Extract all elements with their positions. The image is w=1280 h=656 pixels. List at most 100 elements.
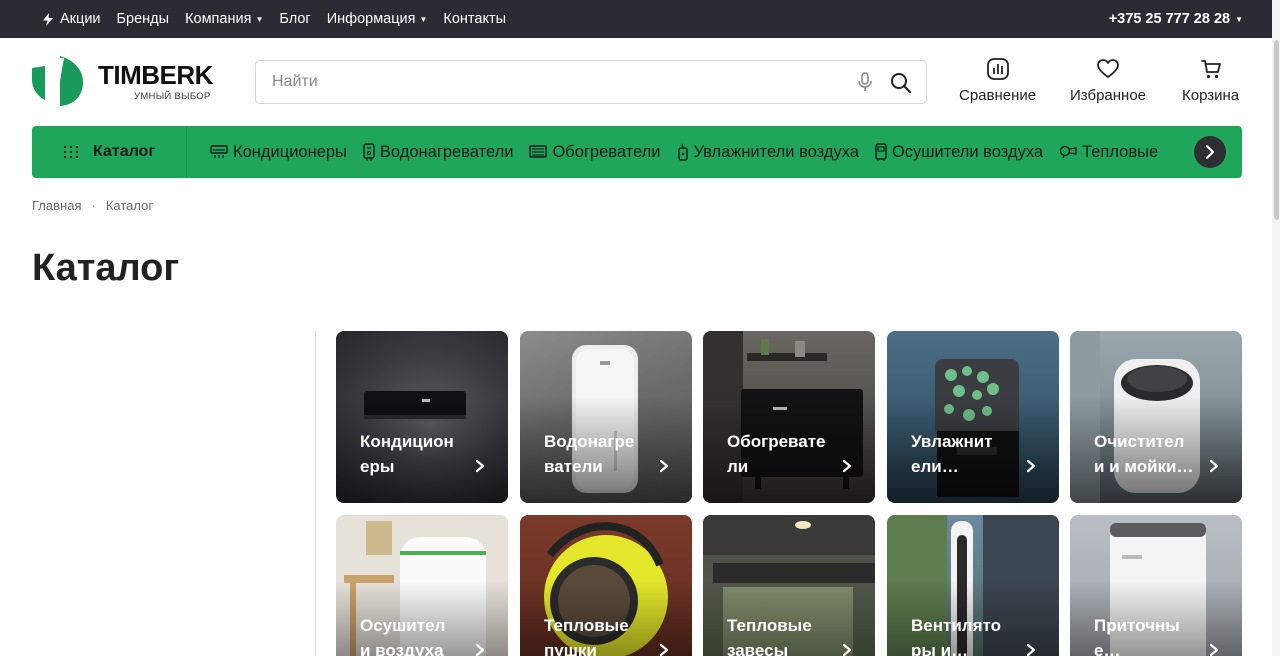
category-tile-label: Увлажнит ели… (911, 432, 993, 476)
grid-dots-icon (64, 146, 79, 158)
category-tile-purifiers[interactable]: Очистител и и мойки… (1070, 331, 1242, 503)
compare-label: Сравнение (959, 87, 1037, 104)
category-tile-label: Кондиционеры (360, 432, 454, 476)
category-nav-item[interactable]: Водонагреватели (363, 142, 514, 162)
dehumidifier-icon (875, 143, 887, 161)
category-tile-label: Приточны е… (1094, 616, 1180, 656)
humidifier-icon (677, 143, 688, 161)
logo[interactable]: TIMBERK УМНЫЙ ВЫБОР (32, 56, 227, 108)
top-nav-brands-label: Бренды (116, 11, 170, 27)
category-nav-label: Обогреватели (552, 142, 661, 161)
category-nav-label: Тепловые (1082, 142, 1159, 161)
category-nav-label: Кондиционеры (233, 142, 347, 161)
microphone-icon[interactable] (856, 72, 874, 97)
category-tile-label: Водонагреватели (544, 432, 635, 476)
category-tile-label: Осушител и воздуха (360, 616, 446, 656)
category-nav-item[interactable]: Тепловые (1059, 143, 1158, 162)
chevron-right-icon (1209, 459, 1219, 473)
logo-wordmark: TIMBERK (98, 60, 213, 90)
scrollbar-thumb[interactable] (1274, 40, 1279, 220)
category-tile-heat-curtains[interactable]: Тепловые завесы (703, 515, 875, 656)
breadcrumb-home[interactable]: Главная (32, 198, 81, 213)
category-nav-item[interactable]: Обогреватели (529, 142, 661, 162)
category-tile-label: Очистител и и мойки… (1094, 432, 1194, 476)
top-nav-blog[interactable]: Блог (279, 11, 310, 27)
category-tile-label: Обогреватели (727, 432, 826, 476)
phone-link[interactable]: +375 25 777 28 28 ▼ (1109, 0, 1243, 38)
logo-mark-icon (32, 56, 83, 106)
chevron-right-icon (1026, 643, 1036, 656)
category-tile-heaters[interactable]: Обогреватели (703, 331, 875, 503)
top-nav-blog-label: Блог (279, 11, 311, 27)
catalog-menu-label: Каталог (93, 143, 155, 160)
category-tile-air-conditioners[interactable]: Кондиционеры (336, 331, 508, 503)
category-tile-heat-guns[interactable]: Тепловые пушки (520, 515, 692, 656)
page-title: Каталог (32, 247, 180, 289)
top-nav-company[interactable]: Компания ▼ (185, 11, 263, 27)
category-tile-label: Тепловые пушки (544, 616, 629, 656)
chevron-right-icon (659, 459, 669, 473)
category-tile-humidifiers[interactable]: Увлажнит ели… (887, 331, 1059, 503)
top-nav-brands[interactable]: Бренды (117, 11, 170, 27)
water-heater-icon (363, 143, 375, 161)
category-nav-item[interactable]: Увлажнители воздуха (677, 143, 859, 162)
category-nav-next-button[interactable] (1194, 136, 1226, 168)
breadcrumb-separator: · (91, 198, 96, 213)
chevron-right-icon (475, 643, 485, 656)
bolt-icon (42, 12, 54, 26)
search-icon[interactable] (890, 72, 912, 99)
chevron-right-icon (1205, 145, 1215, 159)
chevron-right-icon (1026, 459, 1036, 473)
chevron-right-icon (1209, 643, 1219, 656)
heart-icon (1097, 59, 1119, 78)
favorites-label: Избранное (1070, 87, 1147, 104)
chevron-down-icon: ▼ (1235, 14, 1243, 24)
category-tile-supply-ventilation[interactable]: Приточны е… (1070, 515, 1242, 656)
breadcrumb: Главная · Каталог (32, 198, 153, 213)
heater-icon (529, 145, 548, 158)
category-tile-label: Тепловые завесы (727, 616, 812, 656)
compare-icon (986, 58, 1009, 80)
category-tile-water-heaters[interactable]: Водонагреватели (520, 331, 692, 503)
search-input[interactable] (272, 61, 832, 103)
phone-number: +375 25 777 28 28 (1108, 11, 1231, 27)
search-box (255, 60, 927, 104)
top-nav-contacts-label: Контакты (443, 11, 507, 27)
category-tile-fans[interactable]: Вентилято ры и… (887, 515, 1059, 656)
category-nav-item[interactable]: Осушители воздуха (875, 143, 1043, 162)
air-conditioner-icon (210, 145, 228, 158)
top-nav-contacts[interactable]: Контакты (443, 11, 506, 27)
category-nav-label: Осушители воздуха (891, 142, 1044, 161)
heat-gun-icon (1059, 145, 1077, 159)
top-nav-info[interactable]: Информация ▼ (327, 11, 428, 27)
breadcrumb-current: Каталог (105, 198, 154, 213)
chevron-down-icon: ▼ (419, 14, 428, 24)
logo-tagline: УМНЫЙ ВЫБОР (134, 91, 211, 102)
compare-button[interactable]: Сравнение (959, 58, 1036, 104)
category-tile-label: Вентилято ры и… (911, 616, 1001, 656)
category-nav-item[interactable]: Кондиционеры (210, 143, 347, 162)
cart-icon (1200, 60, 1221, 79)
top-nav-promotions-label: Акции (60, 11, 101, 27)
chevron-right-icon (842, 643, 852, 656)
top-bar: Акции Бренды Компания ▼ Блог Информация … (0, 0, 1280, 38)
catalog-menu-button[interactable]: Каталог (32, 126, 187, 178)
category-nav-label: Увлажнители воздуха (693, 142, 859, 161)
chevron-down-icon: ▼ (255, 14, 264, 24)
category-nav-bar: Каталог Кондиционеры Водонагреватели Обо… (32, 126, 1242, 178)
top-nav-promotions[interactable]: Акции (42, 11, 101, 27)
cart-label: Корзина (1182, 87, 1240, 104)
top-nav-company-label: Компания (185, 11, 252, 27)
category-nav-label: Водонагреватели (379, 142, 514, 161)
top-nav: Акции Бренды Компания ▼ Блог Информация … (42, 0, 522, 38)
chevron-right-icon (659, 643, 669, 656)
top-nav-info-label: Информация (326, 11, 416, 27)
cart-button[interactable]: Корзина (1182, 58, 1239, 104)
category-nav-items: Кондиционеры Водонагреватели Обогревател… (210, 126, 1174, 178)
category-tile-dehumidifiers[interactable]: Осушител и воздуха (336, 515, 508, 656)
sidebar-divider (315, 331, 316, 656)
favorites-button[interactable]: Избранное (1070, 58, 1146, 104)
chevron-right-icon (842, 459, 852, 473)
chevron-right-icon (475, 459, 485, 473)
page-scrollbar[interactable] (1272, 0, 1280, 656)
